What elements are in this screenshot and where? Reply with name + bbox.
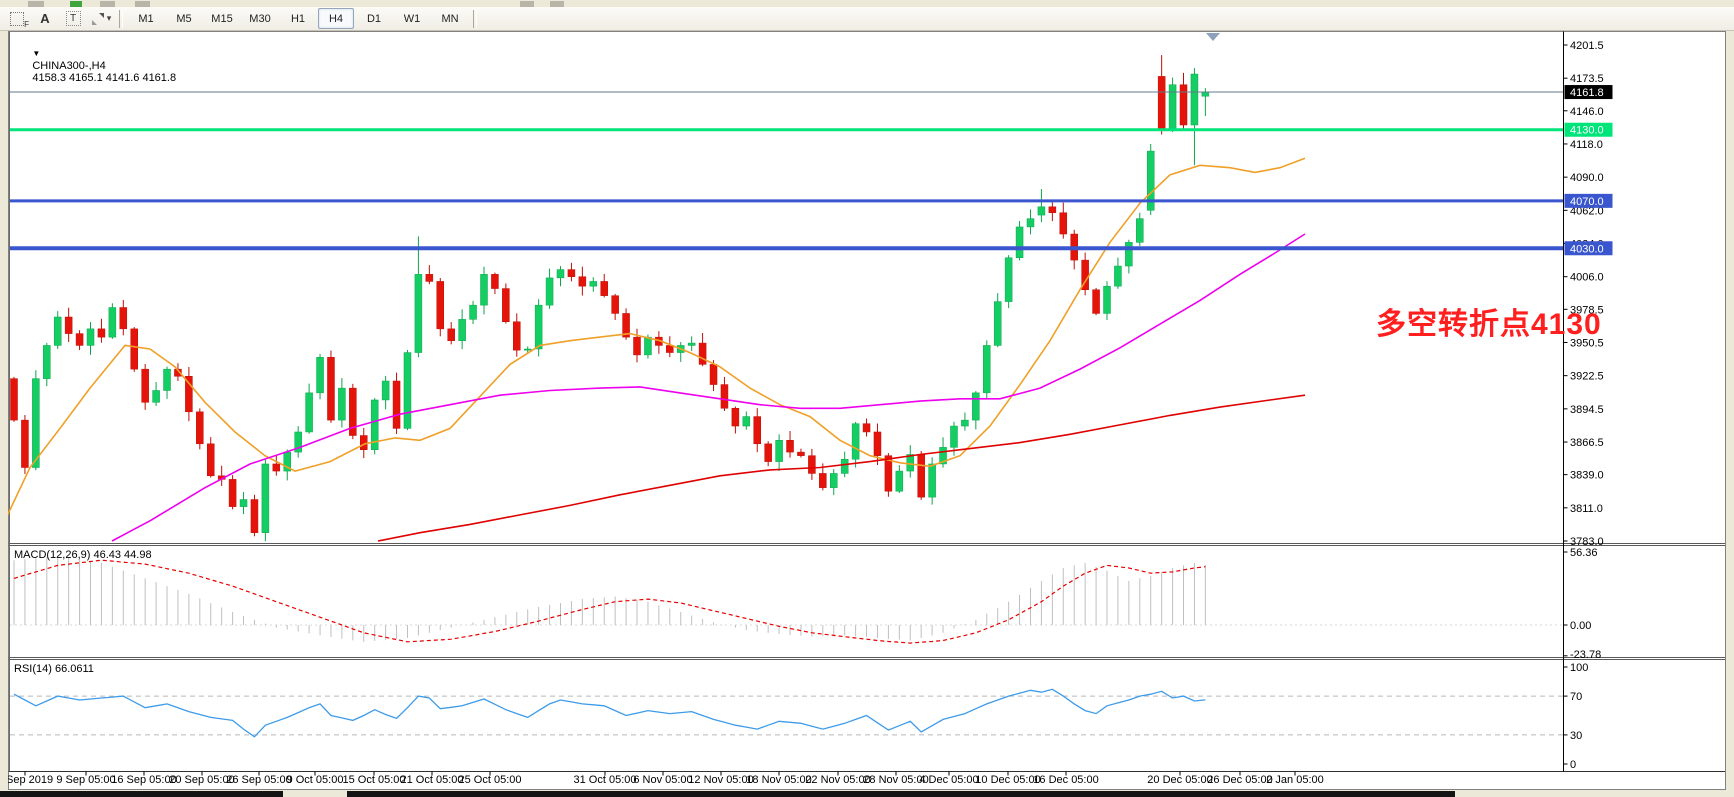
text-box-icon: T (66, 11, 81, 26)
chart-title: ▼ CHINA300-,H4 4158.3 4165.1 4141.6 4161… (14, 36, 176, 96)
mt4-screen: F A T ▾ M1M5M15M30H1H4D1W1MN 4201.5 4173.… (0, 0, 1734, 797)
chart-canvas[interactable]: 4201.54173.54146.04118.04090.04062.04034… (8, 31, 1726, 790)
svg-text:9 Sep 05:00: 9 Sep 05:00 (56, 774, 115, 786)
grid-icon: F (10, 12, 24, 26)
svg-text:25 Oct 05:00: 25 Oct 05:00 (459, 774, 522, 786)
toolbar-separator (119, 10, 123, 28)
svg-text:21 Oct 05:00: 21 Oct 05:00 (401, 774, 464, 786)
svg-text:4161.8: 4161.8 (1570, 87, 1604, 99)
svg-text:20 Sep 05:00: 20 Sep 05:00 (169, 774, 234, 786)
arrows-tool-button[interactable]: ▾ (88, 8, 114, 29)
text-label-button[interactable]: A (32, 8, 58, 29)
tf-button-h1[interactable]: H1 (280, 8, 316, 29)
tf-button-m30[interactable]: M30 (242, 8, 278, 29)
svg-text:4173.5: 4173.5 (1570, 73, 1604, 85)
svg-text:12 Nov 05:00: 12 Nov 05:00 (688, 774, 753, 786)
svg-text:3922.5: 3922.5 (1570, 371, 1604, 383)
tf-button-mn[interactable]: MN (432, 8, 468, 29)
svg-text:2 Jan 05:00: 2 Jan 05:00 (1266, 774, 1324, 786)
tf-button-h4[interactable]: H4 (318, 8, 354, 29)
grid-fixed-button[interactable]: F (4, 8, 30, 29)
svg-text:31 Oct 05:00: 31 Oct 05:00 (574, 774, 637, 786)
svg-text:70: 70 (1570, 691, 1582, 703)
svg-text:0: 0 (1570, 759, 1576, 771)
line-studies-toolbar: F A T ▾ M1M5M15M30H1H4D1W1MN (0, 7, 1734, 31)
svg-text:4070.0: 4070.0 (1570, 196, 1604, 208)
svg-text:22 Nov 05:00: 22 Nov 05:00 (805, 774, 870, 786)
diagonal-arrows-icon (91, 12, 105, 26)
svg-text:4090.0: 4090.0 (1570, 172, 1604, 184)
svg-text:-23.78: -23.78 (1570, 649, 1601, 661)
svg-text:18 Nov 05:00: 18 Nov 05:00 (746, 774, 811, 786)
bottom-bar-segment (0, 791, 283, 797)
svg-text:4146.0: 4146.0 (1570, 106, 1604, 118)
ohlc-values: 4158.3 4165.1 4141.6 4161.8 (32, 72, 176, 84)
svg-text:15 Oct 05:00: 15 Oct 05:00 (343, 774, 406, 786)
macd-indicator-label: MACD(12,26,9) 46.43 44.98 (14, 549, 152, 561)
svg-text:30: 30 (1570, 730, 1582, 742)
clipped-bottom-bar (0, 790, 1734, 797)
svg-text:10 Dec 05:00: 10 Dec 05:00 (975, 774, 1040, 786)
svg-text:56.36: 56.36 (1570, 547, 1598, 559)
svg-text:4006.0: 4006.0 (1570, 272, 1604, 284)
svg-text:6 Nov 05:00: 6 Nov 05:00 (633, 774, 692, 786)
bottom-bar-segment (347, 791, 1455, 797)
tf-button-m1[interactable]: M1 (128, 8, 164, 29)
symbol-title: CHINA300-,H4 (32, 60, 105, 72)
tf-button-m5[interactable]: M5 (166, 8, 202, 29)
chart-annotation-text[interactable]: 多空转折点4130 (1376, 299, 1602, 343)
svg-text:3 Sep 2019: 3 Sep 2019 (8, 774, 53, 786)
tf-button-w1[interactable]: W1 (394, 8, 430, 29)
svg-text:4118.0: 4118.0 (1570, 139, 1603, 151)
svg-text:4201.5: 4201.5 (1570, 40, 1604, 52)
svg-text:26 Dec 05:00: 26 Dec 05:00 (1207, 774, 1272, 786)
svg-text:16 Dec 05:00: 16 Dec 05:00 (1033, 774, 1098, 786)
svg-text:3811.0: 3811.0 (1570, 503, 1603, 515)
tf-button-m15[interactable]: M15 (204, 8, 240, 29)
svg-text:3839.0: 3839.0 (1570, 470, 1604, 482)
clipped-toolbar-row (0, 0, 1734, 7)
svg-text:16 Sep 05:00: 16 Sep 05:00 (111, 774, 176, 786)
svg-text:9 Oct 05:00: 9 Oct 05:00 (287, 774, 344, 786)
svg-text:100: 100 (1570, 662, 1588, 674)
chevron-down-icon: ▾ (107, 13, 112, 24)
timeframe-toolbar: M1M5M15M30H1H4D1W1MN (127, 8, 469, 29)
rsi-indicator-label: RSI(14) 66.0611 (14, 663, 94, 675)
symbol-dropdown-arrow: ▼ (32, 49, 40, 58)
svg-text:3866.5: 3866.5 (1570, 437, 1604, 449)
svg-text:26 Sep 05:00: 26 Sep 05:00 (226, 774, 291, 786)
svg-text:4 Dec 05:00: 4 Dec 05:00 (919, 774, 978, 786)
tf-button-d1[interactable]: D1 (356, 8, 392, 29)
svg-text:4030.0: 4030.0 (1570, 243, 1604, 255)
text-box-button[interactable]: T (60, 8, 86, 29)
svg-text:3894.5: 3894.5 (1570, 404, 1604, 416)
chart-window[interactable]: 4201.54173.54146.04118.04090.04062.04034… (8, 31, 1726, 790)
svg-text:20 Dec 05:00: 20 Dec 05:00 (1147, 774, 1212, 786)
toolbar-separator (473, 10, 477, 28)
text-a-icon: A (40, 11, 49, 26)
svg-text:4130.0: 4130.0 (1570, 125, 1604, 137)
svg-text:0.00: 0.00 (1570, 620, 1591, 632)
